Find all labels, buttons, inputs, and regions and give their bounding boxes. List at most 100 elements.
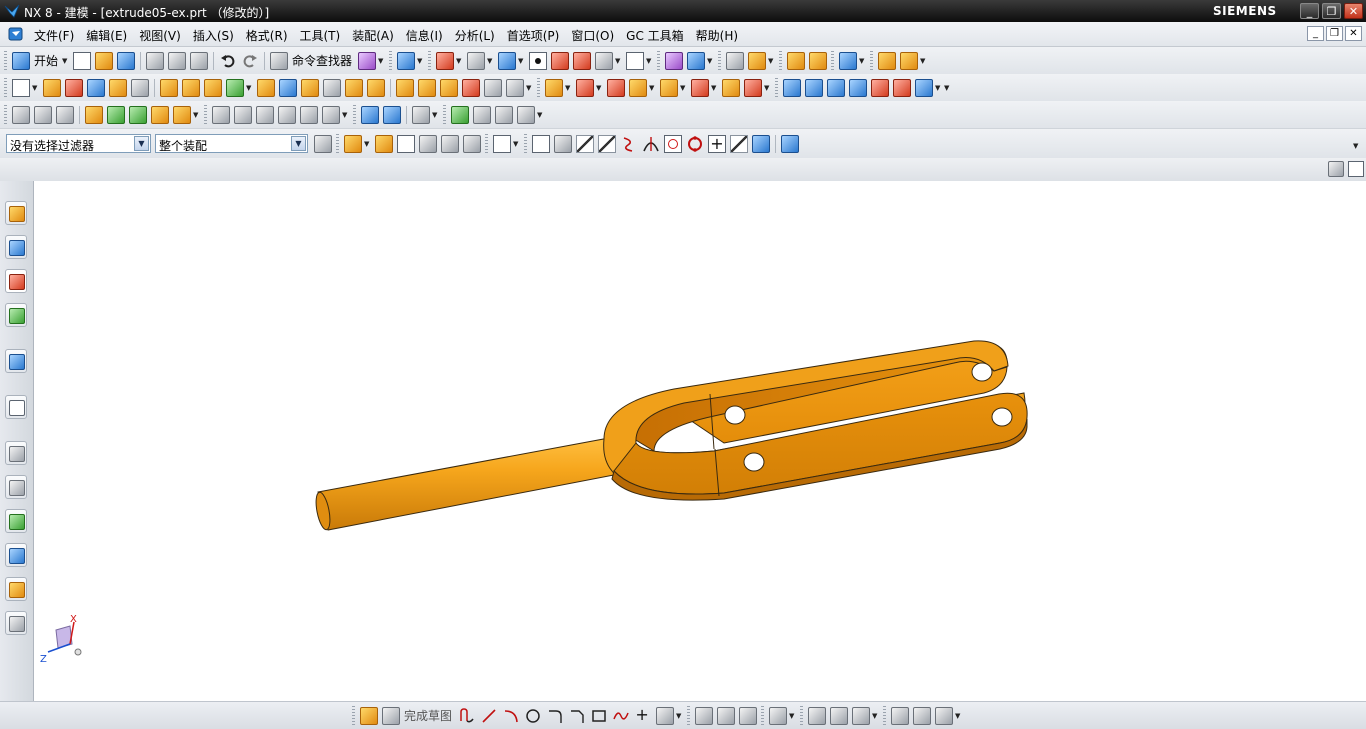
select-faces-icon[interactable]	[419, 134, 437, 153]
measure-distance-icon[interactable]	[878, 51, 897, 70]
pin-hole[interactable]	[971, 362, 993, 382]
mirror-feature-icon[interactable]	[418, 78, 436, 97]
hole-icon[interactable]	[160, 78, 178, 97]
measure-angle-icon[interactable]	[900, 51, 919, 70]
process-studio-tab[interactable]	[5, 509, 27, 533]
profile-icon[interactable]	[458, 707, 476, 725]
minimize-document-button[interactable]: _	[1307, 26, 1324, 41]
rectangle-icon[interactable]	[590, 707, 608, 725]
snap-midpoint-icon[interactable]	[598, 134, 616, 153]
sketch-settings-icon[interactable]	[935, 706, 954, 725]
menu-help[interactable]: 帮助(H)	[690, 27, 744, 44]
hide-icon[interactable]	[809, 51, 828, 70]
circle-icon[interactable]	[524, 707, 542, 725]
trim-body-icon[interactable]	[345, 78, 363, 97]
redo-icon[interactable]	[241, 52, 259, 70]
alternate-solution-icon[interactable]	[913, 706, 932, 725]
pmi-icon[interactable]	[383, 105, 401, 124]
studio-spline-icon[interactable]	[612, 707, 630, 725]
add-component-icon[interactable]	[107, 105, 125, 124]
select-bodies-icon[interactable]	[441, 134, 459, 153]
component-icon[interactable]	[34, 105, 52, 124]
delete-feature-icon[interactable]	[607, 78, 625, 97]
make-corner-icon[interactable]	[739, 706, 758, 725]
edge-blend-icon[interactable]	[257, 78, 275, 97]
snap-settings-icon[interactable]	[554, 134, 572, 153]
undo-icon[interactable]	[219, 52, 237, 70]
boss-icon[interactable]	[182, 78, 200, 97]
layer-settings-icon[interactable]	[726, 51, 745, 70]
reuse-library-tab[interactable]	[5, 303, 27, 327]
menu-format[interactable]: 格式(R)	[240, 27, 294, 44]
chevron-down-icon[interactable]: ▼	[291, 136, 306, 151]
offset-face-icon[interactable]	[440, 78, 458, 97]
general-selection-icon[interactable]	[344, 134, 362, 153]
menu-gc-toolbox[interactable]: GC 工具箱	[620, 27, 690, 44]
chevron-down-icon[interactable]: ▼	[134, 136, 149, 151]
background-icon[interactable]	[626, 51, 645, 70]
make-work-part-icon[interactable]	[85, 105, 103, 124]
wcs-icon[interactable]	[665, 51, 684, 70]
assembly-filter-icon[interactable]	[314, 134, 332, 153]
edit-feature-icon[interactable]	[545, 78, 563, 97]
snap-point-on-curve-icon[interactable]	[730, 134, 748, 153]
rotate-view-icon[interactable]	[467, 51, 486, 70]
replay-feature-icon[interactable]	[691, 78, 709, 97]
show-constraints-icon[interactable]	[830, 706, 849, 725]
save-icon[interactable]	[117, 51, 136, 70]
system-materials-tab[interactable]	[5, 475, 27, 499]
full-screen-icon[interactable]	[1328, 161, 1344, 177]
snap-control-point-icon[interactable]	[620, 135, 638, 153]
wireframe-icon[interactable]	[595, 51, 614, 70]
object-display-icon[interactable]	[787, 51, 806, 70]
minimize-window-button[interactable]: _	[1300, 3, 1319, 19]
follow-selection-icon[interactable]	[375, 134, 393, 153]
cylinder-icon[interactable]	[109, 78, 127, 97]
assembly-navigator-icon[interactable]	[12, 105, 30, 124]
replace-face-icon[interactable]	[849, 78, 867, 97]
fork-shaft[interactable]	[317, 437, 620, 531]
mirror-assembly-icon[interactable]	[173, 105, 191, 124]
chamfer-icon[interactable]	[279, 78, 297, 97]
offset-curve-icon[interactable]	[656, 706, 675, 725]
constrain-face-icon[interactable]	[915, 78, 933, 97]
cone-icon[interactable]	[131, 78, 149, 97]
dimension-icon[interactable]	[361, 105, 379, 124]
convert-reference-icon[interactable]	[891, 706, 910, 725]
selection-icon[interactable]	[358, 51, 377, 70]
move-feature-icon[interactable]	[722, 78, 740, 97]
start-button[interactable]: 开始	[34, 52, 58, 69]
open-folder-icon[interactable]	[95, 51, 114, 70]
sketch-task-icon[interactable]	[360, 706, 378, 725]
section-analysis-icon[interactable]	[517, 105, 535, 124]
pin-hole[interactable]	[743, 452, 765, 472]
shaded-icon[interactable]	[573, 51, 592, 70]
chamfer-sketch-icon[interactable]	[568, 707, 586, 725]
menu-view[interactable]: 视图(V)	[133, 27, 187, 44]
paste-icon[interactable]	[190, 51, 209, 70]
constraint-navigator-tab[interactable]	[5, 235, 27, 259]
split-body-icon[interactable]	[367, 78, 385, 97]
pin-hole[interactable]	[724, 405, 746, 425]
through-curve-mesh-icon[interactable]	[234, 105, 252, 124]
close-document-button[interactable]: ✕	[1345, 26, 1362, 41]
maximize-window-button[interactable]: ❐	[1322, 3, 1341, 19]
restore-document-button[interactable]: ❐	[1326, 26, 1343, 41]
offset-region-icon[interactable]	[827, 78, 845, 97]
assembly-navigator-tab[interactable]	[5, 201, 27, 225]
system-scenes-tab[interactable]	[5, 611, 27, 635]
shell-icon[interactable]	[323, 78, 341, 97]
revolve-icon[interactable]	[65, 78, 83, 97]
web-browser-tab[interactable]	[5, 349, 27, 373]
point-icon[interactable]	[634, 705, 652, 725]
graphics-window[interactable]	[34, 181, 1366, 701]
pull-face-icon[interactable]	[805, 78, 823, 97]
cut-icon[interactable]	[146, 51, 165, 70]
check-geometry-icon[interactable]	[451, 105, 469, 124]
select-edges-icon[interactable]	[463, 134, 481, 153]
auto-constrain-icon[interactable]	[852, 706, 871, 725]
swept-icon[interactable]	[256, 105, 274, 124]
restore-layout-icon[interactable]	[1348, 161, 1364, 177]
pattern-feature-icon[interactable]	[396, 78, 414, 97]
examine-geometry-icon[interactable]	[473, 105, 491, 124]
